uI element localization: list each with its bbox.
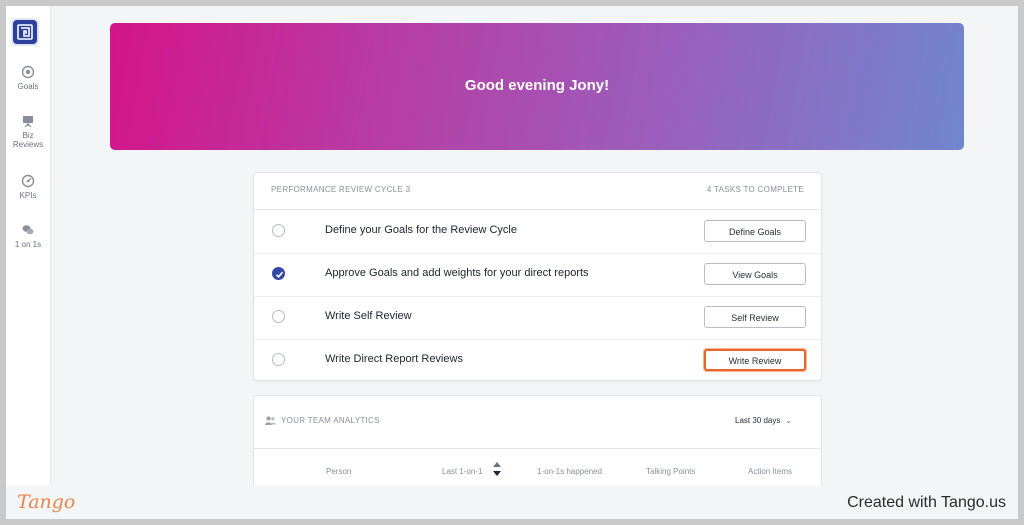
task-label: Approve Goals and add weights for your d… [325, 267, 589, 279]
write-review-button[interactable]: Write Review [704, 349, 806, 371]
task-label: Write Direct Report Reviews [325, 353, 463, 365]
task-status-radio[interactable] [272, 353, 285, 366]
team-analytics-card: YOUR TEAM ANALYTICS Last 30 days ⌄ Person… [253, 395, 822, 497]
sidebar-item-label: KPIs [19, 191, 37, 200]
task-status-radio[interactable] [272, 310, 285, 323]
task-row: Define your Goals for the Review Cycle D… [254, 210, 821, 254]
chat-bubbles-icon [22, 225, 34, 235]
review-cycle-title: PERFORMANCE REVIEW CYCLE 3 [271, 185, 411, 194]
define-goals-button[interactable]: Define Goals [704, 220, 806, 242]
task-row: Approve Goals and add weights for your d… [254, 253, 821, 297]
task-row: Write Direct Report Reviews Write Review [254, 339, 821, 382]
team-analytics-header: YOUR TEAM ANALYTICS Last 30 days ⌄ [254, 396, 821, 449]
task-label: Define your Goals for the Review Cycle [325, 224, 517, 236]
checkmark-icon [275, 271, 284, 278]
logo-icon [17, 24, 33, 40]
column-header-person[interactable]: Person [326, 467, 351, 476]
sidebar-item-kpis[interactable]: KPIs [6, 174, 50, 200]
column-header-action-items[interactable]: Action Items [748, 467, 792, 476]
team-analytics-title: YOUR TEAM ANALYTICS [281, 416, 380, 425]
created-with-text: Created with Tango.us [847, 494, 1006, 511]
column-header-talking-points[interactable]: Talking Points [646, 467, 695, 476]
date-range-dropdown[interactable]: Last 30 days ⌄ [735, 416, 792, 425]
team-icon [265, 416, 276, 425]
tasks-count: 4 TASKS TO COMPLETE [706, 185, 804, 194]
column-header-1on1s-happened[interactable]: 1-on-1s happened [537, 467, 602, 476]
task-status-radio-checked[interactable] [272, 267, 285, 280]
target-icon [21, 65, 35, 79]
greeting-banner: Good evening Jony! [110, 23, 964, 150]
greeting-text: Good evening Jony! [464, 77, 610, 94]
gauge-icon [21, 174, 35, 188]
sort-icon[interactable] [492, 461, 502, 477]
sidebar-item-1on1s[interactable]: 1 on 1s [6, 223, 50, 249]
card-header: PERFORMANCE REVIEW CYCLE 3 4 TASKS TO CO… [254, 173, 821, 210]
column-header-last-1on1[interactable]: Last 1-on-1 [442, 467, 482, 476]
date-range-label: Last 30 days [735, 416, 781, 425]
presentation-icon [23, 116, 33, 128]
review-cycle-card: PERFORMANCE REVIEW CYCLE 3 4 TASKS TO CO… [253, 172, 822, 381]
app-logo[interactable] [13, 20, 37, 44]
sidebar-item-biz-reviews[interactable]: Biz Reviews [6, 114, 50, 149]
sidebar-item-label: 1 on 1s [14, 240, 42, 249]
view-goals-button[interactable]: View Goals [704, 263, 806, 285]
tango-footer: Tango Created with Tango.us [6, 486, 1018, 519]
sidebar-item-label: Biz Reviews [12, 131, 44, 149]
sidebar-item-label: Goals [17, 82, 39, 91]
task-label: Write Self Review [325, 310, 412, 322]
self-review-button[interactable]: Self Review [704, 306, 806, 328]
task-row: Write Self Review Self Review [254, 296, 821, 340]
app-frame: Goals Biz Reviews KPIs 1 on 1s Good even… [6, 6, 1018, 519]
tango-logo: Tango [17, 491, 76, 513]
sidebar: Goals Biz Reviews KPIs 1 on 1s [6, 6, 51, 486]
chevron-down-icon: ⌄ [785, 416, 793, 425]
sidebar-item-goals[interactable]: Goals [6, 65, 50, 91]
task-status-radio[interactable] [272, 224, 285, 237]
